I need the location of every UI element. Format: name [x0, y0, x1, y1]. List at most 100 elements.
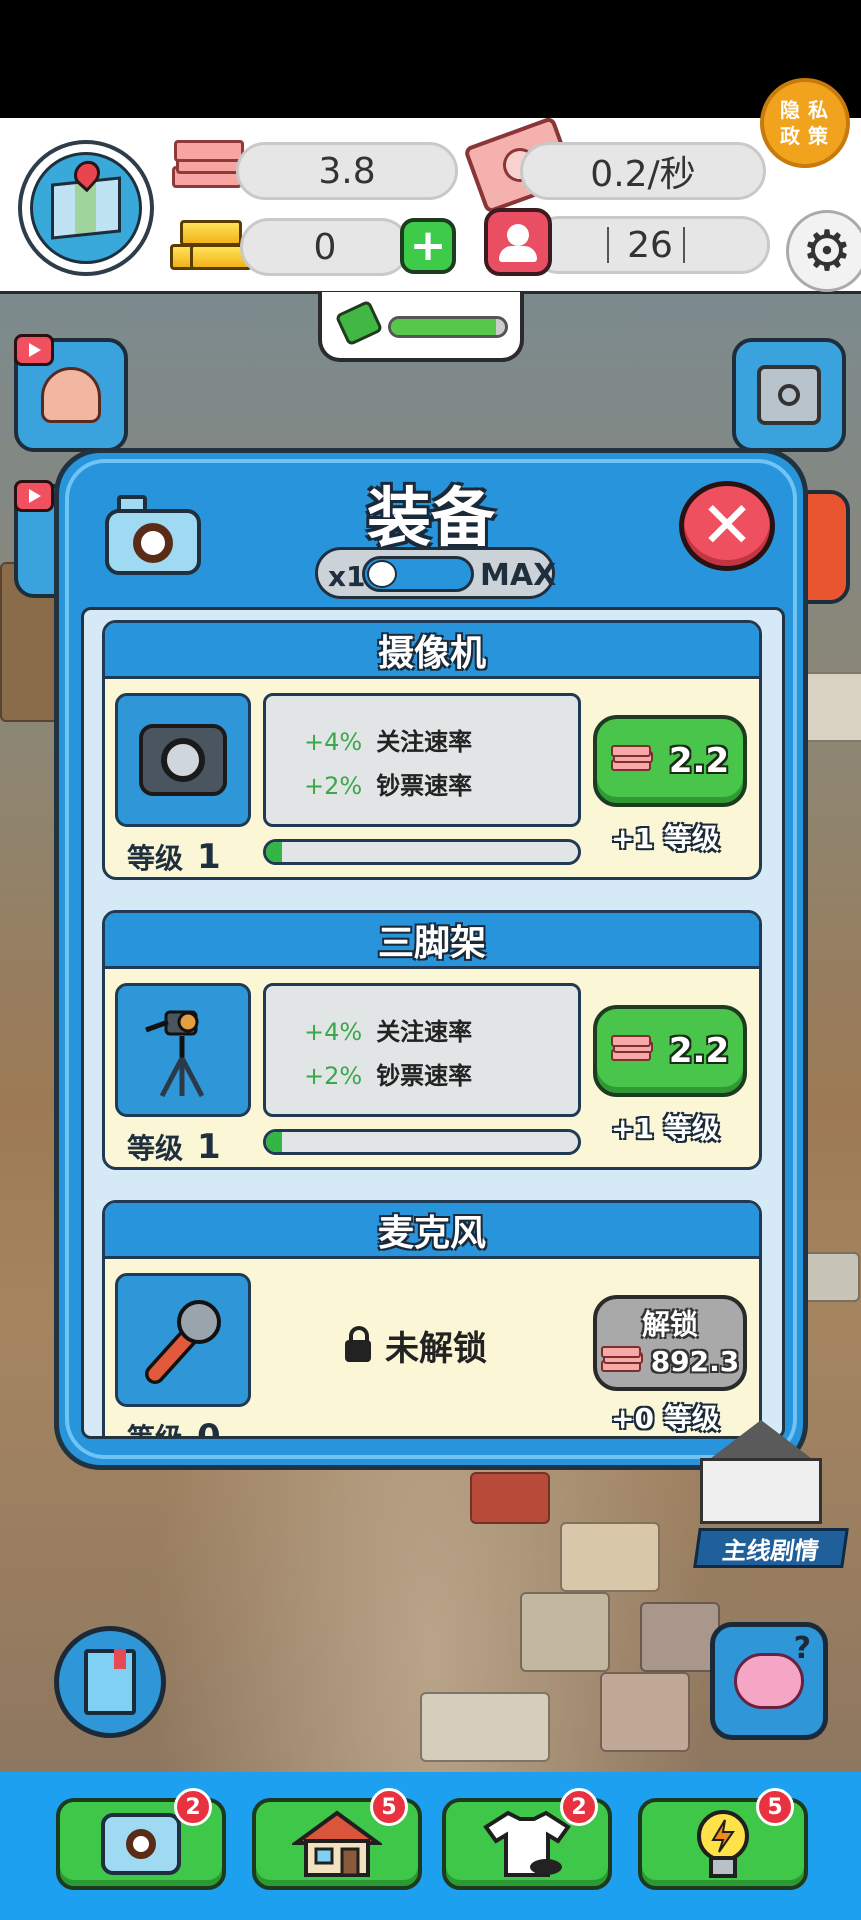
nav-camera-button[interactable]: 2 [56, 1788, 226, 1890]
item-thumbnail [115, 1273, 251, 1407]
muscle-video-button[interactable] [14, 334, 128, 452]
rubble [600, 1672, 690, 1752]
rubble [470, 1472, 550, 1524]
quantity-toggle[interactable]: x1 MAX [315, 547, 557, 599]
cash-icon [600, 1345, 645, 1378]
upgrade-cost: 2.2 [668, 741, 730, 781]
fans-icon [484, 208, 552, 276]
gold-display: 0 [240, 218, 410, 276]
safe-icon [757, 365, 821, 425]
video-ad-icon [14, 480, 54, 512]
cash-icon [610, 745, 655, 777]
cash-icon [610, 1035, 655, 1067]
tick-mark [683, 227, 685, 263]
stat-percent: +4% [304, 728, 363, 756]
cash-display: 3.8 [236, 142, 458, 200]
level-display: 等级 0 [127, 1417, 221, 1439]
notification-badge: 2 [560, 1788, 598, 1826]
equipment-card-camera: 摄像机 等级 1 +4% 关注速率 +2% 钞票速率 2.2 +1 等级 [102, 620, 762, 880]
upgrade-cost: 2.2 [668, 1031, 730, 1071]
privacy-policy-button[interactable]: 隐私政策 [760, 78, 850, 168]
notification-badge: 5 [370, 1788, 408, 1826]
close-button[interactable]: ✕ [679, 481, 775, 571]
level-label: 等级 [127, 1132, 184, 1165]
item-thumbnail [115, 693, 251, 827]
unlock-button[interactable]: 解锁 892.3 [593, 1295, 747, 1391]
add-gold-button[interactable]: + [400, 218, 456, 274]
unlock-cost: 892.3 [650, 1345, 740, 1378]
card-title: 摄像机 [105, 623, 759, 679]
safe-button[interactable] [732, 338, 846, 452]
nav-ideas-button[interactable]: 5 [638, 1788, 808, 1890]
map-sheet [51, 155, 121, 240]
level-value: 0 [197, 1417, 221, 1439]
brain-hint-button[interactable]: ? [710, 1622, 828, 1740]
upgrade-level-label: +1 等级 [611, 1112, 720, 1145]
toggle-max-label: MAX [480, 558, 557, 593]
fans-count: 26 [627, 224, 673, 266]
equipment-list[interactable]: 摄像机 等级 1 +4% 关注速率 +2% 钞票速率 2.2 +1 等级 三脚架 [81, 607, 785, 1439]
main-story-house-icon[interactable] [676, 1420, 846, 1530]
question-mark-icon: ? [793, 1631, 811, 1666]
nav-outfit-button[interactable]: 2 [442, 1788, 612, 1890]
card-title: 三脚架 [105, 913, 759, 969]
stat-name: 关注速率 [376, 728, 473, 756]
tshirt-icon [483, 1810, 571, 1877]
stat-name: 钞票速率 [376, 1062, 473, 1090]
locked-label: 未解锁 [385, 1329, 487, 1369]
top-hud: 3.8 0 + 0.2/秒 26 ⚙ [0, 115, 861, 294]
journal-button[interactable] [54, 1626, 166, 1738]
settings-gear-icon[interactable]: ⚙ [786, 210, 861, 292]
lightbulb-icon [697, 1810, 749, 1878]
level-value: 1 [197, 1127, 221, 1167]
progress-fill [266, 1132, 282, 1152]
main-story-button[interactable]: 主线剧情 [693, 1528, 849, 1568]
upgrade-button[interactable]: 2.2 [593, 715, 747, 807]
camera-lens [126, 1829, 156, 1859]
upgrade-button[interactable]: 2.2 [593, 1005, 747, 1097]
notification-badge: 5 [756, 1788, 794, 1826]
map-pin-icon [68, 155, 106, 193]
equipment-modal: 装备 ✕ x1 MAX 摄像机 等级 1 +4% 关注速率 +2% 钞票速率 2.2 [54, 448, 808, 1470]
fans-display: 26 [530, 216, 770, 274]
stat-percent: +2% [304, 772, 363, 800]
stat-percent: +2% [304, 1062, 363, 1090]
equipment-card-microphone: 麦克风 等级 0 未解锁 解锁 892.3 +0 等级 [102, 1200, 762, 1439]
house-wall [700, 1458, 822, 1524]
battery-icon [334, 299, 384, 347]
book-icon [84, 1649, 136, 1715]
house-icon [292, 1810, 382, 1877]
level-progress-bar [263, 839, 581, 865]
rubble [420, 1692, 550, 1762]
fan-body [499, 246, 537, 262]
main-story-label: 主线剧情 [720, 1536, 821, 1565]
tripod-icon [145, 1010, 205, 1098]
muscle-arm-icon [41, 367, 101, 423]
lock-icon [345, 1325, 371, 1362]
camera-lens [161, 738, 205, 782]
card-title: 麦克风 [105, 1203, 759, 1259]
safe-dial [778, 384, 800, 406]
level-label: 等级 [127, 842, 184, 875]
gold-bar [180, 220, 242, 246]
unlock-label: 解锁 [641, 1308, 698, 1341]
action-camera-icon [139, 724, 227, 796]
nav-house-button[interactable]: 5 [252, 1788, 422, 1890]
stats-box: +4% 关注速率 +2% 钞票速率 [263, 693, 581, 827]
bookmark [114, 1649, 126, 1669]
energy-bar [318, 292, 524, 362]
toggle-knob[interactable] [367, 560, 397, 588]
toggle-track[interactable] [362, 556, 474, 592]
stat-percent: +4% [304, 1018, 363, 1046]
upgrade-level-label: +1 等级 [611, 822, 720, 855]
level-value: 1 [197, 837, 221, 877]
stat-row: +2% 钞票速率 [304, 1056, 472, 1091]
bottom-nav: 2 5 2 5 [0, 1772, 861, 1920]
level-progress-bar [263, 1129, 581, 1155]
map-icon [30, 152, 142, 264]
tick-mark [607, 227, 609, 263]
house-roof [708, 1420, 814, 1460]
cash-rate-display: 0.2/秒 [520, 142, 766, 200]
map-button[interactable] [18, 140, 154, 276]
rubble [520, 1592, 610, 1672]
